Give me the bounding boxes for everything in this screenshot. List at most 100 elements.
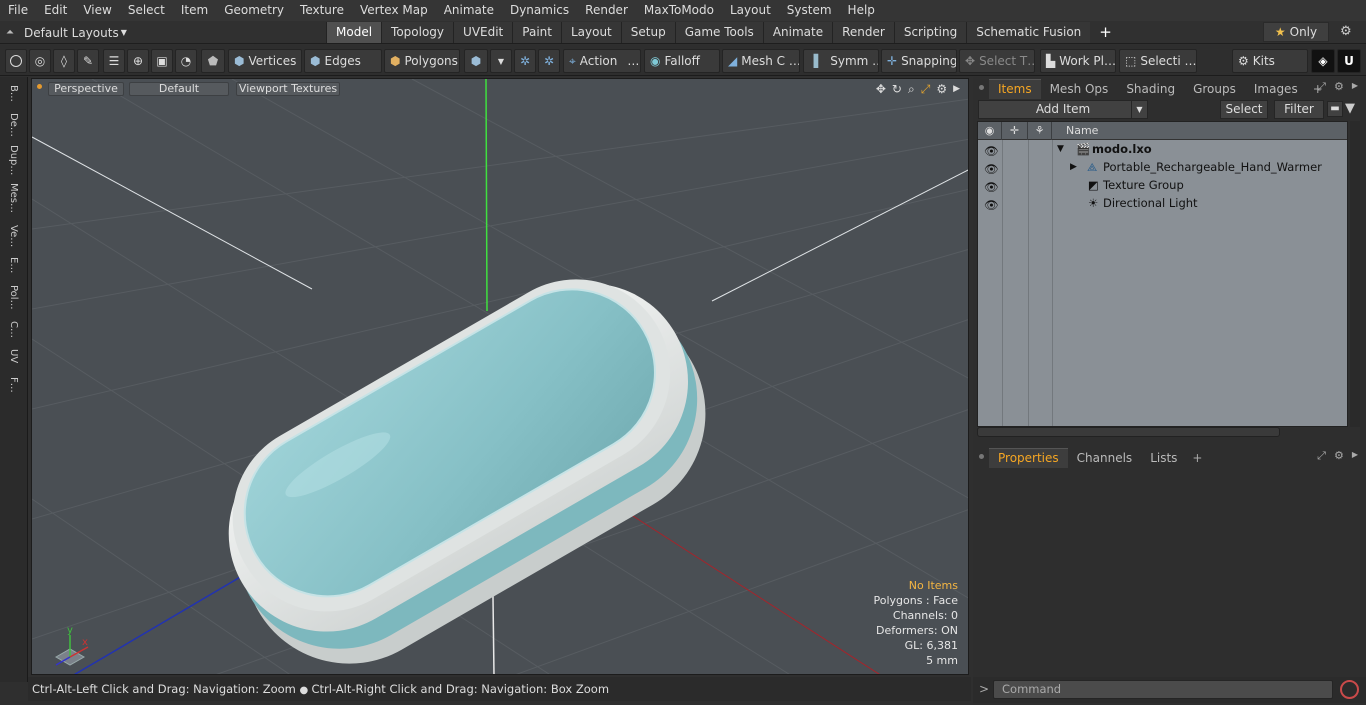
menu-geometry[interactable]: Geometry <box>216 0 292 21</box>
render-column-icon[interactable]: ⚘ <box>1028 122 1052 140</box>
expand-icon[interactable]: ⤢ <box>1317 449 1326 463</box>
sidebar-tab-basic[interactable]: B… <box>5 85 19 109</box>
unity-button[interactable]: ◈ <box>1311 49 1335 73</box>
sidebar-tab-edge[interactable]: E… <box>5 257 19 281</box>
gear-icon[interactable]: ⚙ <box>1334 449 1344 463</box>
work-plane-button[interactable]: ▙ Work Pl… <box>1040 49 1116 73</box>
list-item[interactable]: 👁 ▶ ⟁ Portable_Rechargeable_Hand_Warmer <box>978 158 1347 176</box>
tab-paint[interactable]: Paint <box>512 22 561 43</box>
tab-layout[interactable]: Layout <box>560 22 621 43</box>
menu-dynamics[interactable]: Dynamics <box>502 0 577 21</box>
kits-button[interactable]: ⚙ Kits <box>1232 49 1308 73</box>
tab-setup[interactable]: Setup <box>620 22 675 43</box>
tab-mesh-ops[interactable]: Mesh Ops <box>1041 80 1118 99</box>
filter-button[interactable]: Filter <box>1274 100 1324 119</box>
sidebar-tab-deform[interactable]: De… <box>5 113 19 139</box>
vertices-button[interactable]: ⬢ Vertices <box>228 49 302 73</box>
snap-angle-button[interactable]: ◔ <box>175 49 197 73</box>
add-item-button[interactable]: Add Item ▼ <box>978 100 1148 119</box>
polygons-button[interactable]: ⬢ Polygons <box>384 49 460 73</box>
tab-properties[interactable]: Properties <box>989 448 1068 468</box>
unreal-button[interactable]: U <box>1337 49 1361 73</box>
tab-channels[interactable]: Channels <box>1068 449 1142 468</box>
tab-game-tools[interactable]: Game Tools <box>674 22 763 43</box>
frame-button[interactable]: ▣ <box>151 49 173 73</box>
tab-scripting[interactable]: Scripting <box>893 22 967 43</box>
globe-button[interactable]: ◎ <box>29 49 51 73</box>
list-item[interactable]: 👁 ☀ Directional Light <box>978 194 1347 212</box>
sidebar-tab-duplicate[interactable]: Dup… <box>5 145 19 177</box>
select-circle-button[interactable] <box>5 49 27 73</box>
menu-vertex-map[interactable]: Vertex Map <box>352 0 436 21</box>
sidebar-tab-mesh-edit[interactable]: Mes… <box>5 183 19 217</box>
material-mode-button[interactable]: ⬢ <box>464 49 488 73</box>
menu-help[interactable]: Help <box>840 0 883 21</box>
lock-column-icon[interactable]: ✛ <box>1002 122 1028 140</box>
tab-groups[interactable]: Groups <box>1184 80 1245 99</box>
menu-item[interactable]: Item <box>173 0 216 21</box>
symmetry-button[interactable]: ▐ Symm … <box>803 49 879 73</box>
menu-view[interactable]: View <box>75 0 119 21</box>
move-view-icon[interactable]: ✥ <box>876 82 886 97</box>
record-icon[interactable] <box>1340 680 1359 699</box>
visibility-column-icon[interactable]: ◉ <box>978 122 1002 140</box>
perspective-button[interactable]: Perspective <box>48 82 124 96</box>
shading-default-button[interactable]: Default <box>129 82 229 96</box>
menu-select[interactable]: Select <box>120 0 173 21</box>
symmetry-toggle-b[interactable]: ✲ <box>538 49 560 73</box>
viewport-textures-button[interactable]: Viewport Textures <box>236 82 340 96</box>
name-column-header[interactable]: Name <box>1066 122 1098 140</box>
tab-lists[interactable]: Lists <box>1141 449 1186 468</box>
play-icon[interactable]: ▶ <box>953 82 960 97</box>
3d-viewport[interactable]: y x Perspective Default Viewport Texture… <box>31 78 969 675</box>
horizontal-scrollbar[interactable] <box>977 427 1280 437</box>
menu-maxtomodo[interactable]: MaxToModo <box>636 0 722 21</box>
rotate-view-icon[interactable]: ↻ <box>892 82 902 97</box>
tab-model[interactable]: Model <box>326 22 382 43</box>
align-button[interactable]: ☰ <box>103 49 125 73</box>
funnel-icon[interactable]: ▼ <box>1345 101 1355 116</box>
hand-warmer-model[interactable] <box>188 239 744 675</box>
expand-arrow-icon[interactable]: ▶ <box>1070 158 1077 176</box>
action-center-button[interactable]: ⌖ Action… <box>563 49 641 73</box>
center-button[interactable]: ⊕ <box>127 49 149 73</box>
layout-selector[interactable]: ⏶ Default Layouts ▼ <box>6 23 127 42</box>
items-mode-button[interactable]: ⬟ <box>201 49 225 73</box>
menu-render[interactable]: Render <box>577 0 636 21</box>
gear-icon[interactable]: ⚙ <box>1334 80 1344 94</box>
collapse-arrow-icon[interactable]: ▼ <box>1057 140 1064 158</box>
menu-file[interactable]: File <box>0 0 36 21</box>
tab-animate[interactable]: Animate <box>762 22 833 43</box>
collapse-icon[interactable]: ▬ <box>1327 101 1343 117</box>
tab-uvedit[interactable]: UVEdit <box>453 22 513 43</box>
falloff-button[interactable]: ◉ Falloff <box>644 49 720 73</box>
add-tab-button[interactable]: + <box>1090 22 1121 43</box>
tab-schematic-fusion[interactable]: Schematic Fusion <box>966 22 1091 43</box>
layout-up-icon[interactable]: ⏶ <box>6 27 14 38</box>
symmetry-toggle-a[interactable]: ✲ <box>514 49 536 73</box>
gear-icon[interactable]: ⚙ <box>1340 24 1352 39</box>
sidebar-tab-polygon[interactable]: Pol… <box>5 285 19 315</box>
mesh-constraint-button[interactable]: ◢ Mesh C … <box>722 49 800 73</box>
sidebar-tab-curve[interactable]: C… <box>5 321 19 343</box>
menu-animate[interactable]: Animate <box>436 0 502 21</box>
selection-sets-button[interactable]: ⬚ Selecti … <box>1119 49 1197 73</box>
mode-dropdown[interactable]: ▼ <box>490 49 512 73</box>
command-input[interactable]: Command <box>993 680 1333 699</box>
tab-shading[interactable]: Shading <box>1117 80 1184 99</box>
menu-layout[interactable]: Layout <box>722 0 779 21</box>
eye-icon[interactable]: 👁 <box>984 142 999 158</box>
sidebar-tab-vertex[interactable]: Ve… <box>5 225 19 253</box>
vertical-scrollbar[interactable] <box>1350 121 1360 427</box>
arrow-right-icon[interactable]: ▶ <box>1352 80 1358 94</box>
select-button[interactable]: Select <box>1220 100 1268 119</box>
edges-button[interactable]: ⬢ Edges <box>304 49 382 73</box>
snapping-button[interactable]: ✛ Snapping <box>881 49 957 73</box>
gear-icon[interactable]: ⚙ <box>936 82 947 97</box>
eye-icon[interactable]: 👁 <box>984 178 999 194</box>
maximize-icon[interactable]: ⤢ <box>921 82 931 97</box>
eye-icon[interactable]: 👁 <box>984 160 999 176</box>
add-panel-tab-button[interactable]: + <box>1186 449 1208 468</box>
tab-items[interactable]: Items <box>989 79 1041 99</box>
list-item[interactable]: 👁 ▼ 🎬 modo.lxo <box>978 140 1347 158</box>
